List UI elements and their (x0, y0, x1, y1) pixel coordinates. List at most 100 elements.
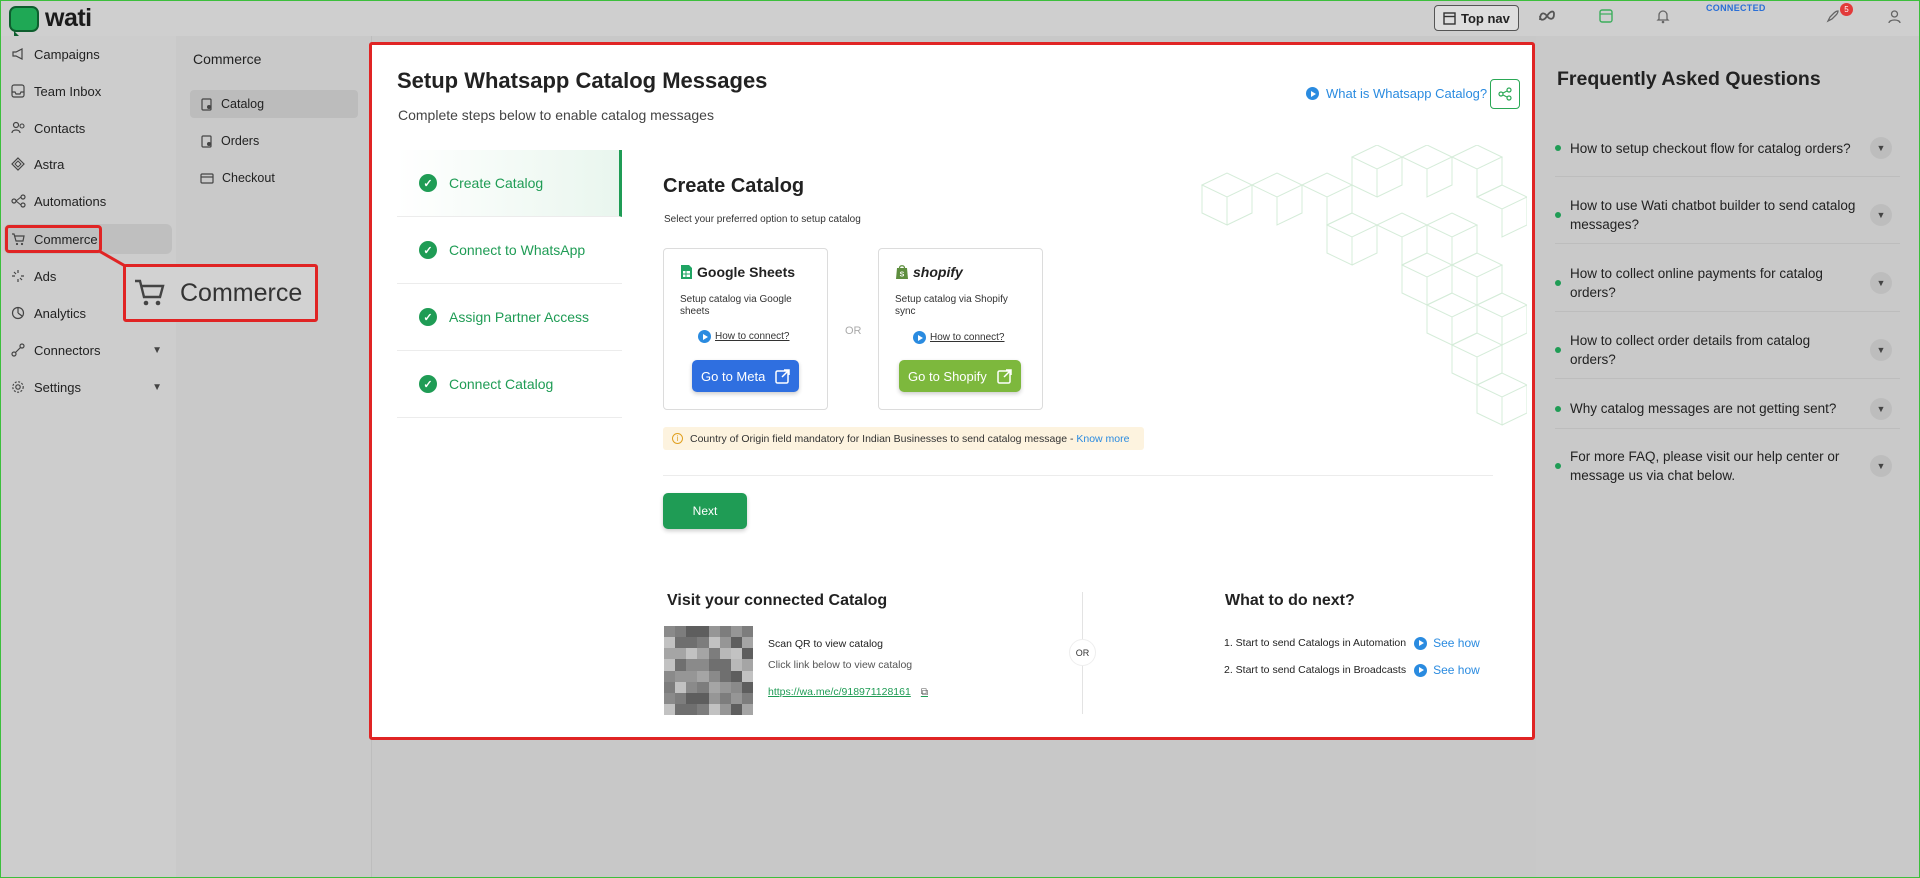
next-step-text: 1. Start to send Catalogs in Automation (1224, 637, 1407, 649)
sidebar-item-team-inbox[interactable]: Team Inbox (4, 76, 172, 106)
ads-icon (10, 268, 26, 284)
catalog-setup-card: Setup Whatsapp Catalog Messages Complete… (369, 42, 1535, 740)
meta-icon[interactable] (1538, 9, 1556, 27)
google-sheets-heading: Google Sheets (680, 264, 795, 280)
share-icon (1498, 87, 1512, 101)
step-create-catalog[interactable]: ✓ Create Catalog (397, 150, 622, 217)
connectors-icon (10, 342, 26, 358)
rocket-icon[interactable] (1823, 9, 1841, 27)
catalog-qr-code[interactable] (664, 626, 753, 715)
faq-question: How to setup checkout flow for catalog o… (1570, 140, 1851, 156)
faq-item[interactable]: For more FAQ, please visit our help cent… (1555, 437, 1900, 494)
go-to-shopify-button[interactable]: Go to Shopify (899, 360, 1021, 392)
contacts-icon (10, 120, 26, 136)
shopify-title: shopify (913, 264, 963, 280)
chevron-down-icon[interactable]: ▼ (1870, 272, 1892, 294)
shopify-option: S shopify Setup catalog via Shopify sync… (878, 248, 1043, 410)
step-label: Connect to WhatsApp (449, 242, 586, 258)
google-sheets-option: Google Sheets Setup catalog via Google s… (663, 248, 828, 410)
commerce-subsidebar: Commerce Catalog Orders Checkout (176, 36, 372, 878)
know-more-link[interactable]: Know more (1076, 433, 1129, 445)
cart-icon (135, 279, 165, 306)
chevron-down-icon[interactable]: ▼ (1870, 204, 1892, 226)
analytics-icon (10, 305, 26, 321)
sidebar-item-settings[interactable]: Settings ▼ (4, 372, 172, 402)
what-is-catalog-link[interactable]: What is Whatsapp Catalog? (1306, 86, 1487, 101)
step-label: Assign Partner Access (449, 309, 590, 325)
shopify-heading: S shopify (895, 264, 963, 280)
copy-icon[interactable]: ⧉ (921, 687, 928, 698)
or-separator: OR (845, 325, 862, 337)
card-icon (200, 172, 214, 184)
wati-logo[interactable]: wati (9, 4, 92, 37)
subsidebar-item-checkout[interactable]: Checkout (190, 164, 358, 192)
faq-item[interactable]: Why catalog messages are not getting sen… (1555, 389, 1900, 429)
step-connect-catalog[interactable]: ✓ Connect Catalog (397, 351, 622, 418)
sidebar-item-label: Analytics (34, 305, 87, 321)
how-to-connect-label: How to connect? (715, 331, 790, 342)
chevron-down-icon[interactable]: ▼ (1870, 454, 1892, 477)
google-how-to-connect-link[interactable]: How to connect? (698, 330, 790, 343)
megaphone-icon (10, 46, 26, 62)
step-label: Connect Catalog (449, 376, 554, 392)
top-nav-button[interactable]: Top nav (1434, 5, 1519, 31)
sidebar-item-label: Campaigns (34, 46, 100, 62)
create-catalog-subtitle: Select your preferred option to setup ca… (664, 214, 861, 225)
share-button[interactable] (1490, 79, 1520, 109)
play-icon (913, 331, 926, 344)
subsidebar-item-catalog[interactable]: Catalog (190, 90, 358, 118)
faq-question: For more FAQ, please visit our help cent… (1570, 448, 1840, 483)
next-step-automation: 1. Start to send Catalogs in Automation … (1224, 636, 1480, 650)
chevron-down-icon: ▼ (152, 344, 162, 356)
chevron-down-icon[interactable]: ▼ (1870, 339, 1892, 361)
faq-item[interactable]: How to use Wati chatbot builder to send … (1555, 187, 1900, 244)
faq-item[interactable]: How to setup checkout flow for catalog o… (1555, 120, 1900, 177)
sidebar-item-label: Automations (34, 193, 107, 209)
subsidebar-item-orders[interactable]: Orders (190, 127, 358, 155)
sidebar-item-label: Settings (34, 379, 81, 395)
scan-qr-text: Scan QR to view catalog (768, 638, 883, 650)
chat-bubble-icon (9, 5, 39, 37)
user-avatar-icon[interactable] (1885, 9, 1903, 27)
faq-item[interactable]: How to collect online payments for catal… (1555, 255, 1900, 312)
shopify-how-to-connect-link[interactable]: How to connect? (913, 331, 1005, 344)
google-sheets-icon (681, 265, 692, 279)
create-catalog-title: Create Catalog (663, 175, 805, 197)
go-to-shopify-label: Go to Shopify (908, 368, 987, 384)
page-subtitle: Complete steps below to enable catalog m… (398, 107, 714, 123)
go-to-meta-button[interactable]: Go to Meta (692, 360, 800, 392)
svg-text:S: S (900, 272, 905, 279)
sidebar-item-astra[interactable]: Astra (4, 149, 172, 179)
google-sheets-desc: Setup catalog via Google sheets (680, 294, 792, 317)
bullet-dot (1555, 145, 1561, 151)
external-link-icon (997, 368, 1012, 384)
sidebar-item-contacts[interactable]: Contacts (4, 113, 172, 143)
sidebar-item-automations[interactable]: Automations (4, 186, 172, 216)
faq-question: Why catalog messages are not getting sen… (1570, 401, 1837, 416)
sheet-icon[interactable] (1597, 9, 1615, 27)
setup-steps: ✓ Create Catalog ✓ Connect to WhatsApp ✓… (397, 150, 622, 418)
external-link-icon (775, 368, 791, 384)
sidebar-item-connectors[interactable]: Connectors ▼ (4, 335, 172, 365)
chevron-down-icon[interactable]: ▼ (1870, 137, 1892, 159)
chevron-down-icon: ▼ (152, 381, 162, 393)
shopify-bag-icon: S (896, 265, 908, 279)
catalog-link[interactable]: https://wa.me/c/918971128161 ⧉ (768, 686, 928, 698)
faq-item[interactable]: How to collect order details from catalo… (1555, 322, 1900, 379)
notification-badge: 5 (1840, 3, 1853, 16)
see-how-link[interactable]: See how (1414, 663, 1480, 677)
sidebar-item-campaigns[interactable]: Campaigns (4, 39, 172, 69)
check-icon: ✓ (419, 241, 437, 259)
step-connect-whatsapp[interactable]: ✓ Connect to WhatsApp (397, 217, 622, 284)
top-bar: wati Top nav CONNECTED 5 (0, 0, 1920, 37)
check-icon: ✓ (419, 308, 437, 326)
sidebar-item-label: Ads (34, 268, 57, 284)
see-how-link[interactable]: See how (1414, 636, 1480, 650)
faq-question: How to collect online payments for catal… (1570, 266, 1823, 300)
catalog-icon (201, 97, 212, 111)
step-assign-partner-access[interactable]: ✓ Assign Partner Access (397, 284, 622, 351)
bell-icon[interactable] (1654, 9, 1672, 27)
chevron-down-icon[interactable]: ▼ (1870, 397, 1892, 420)
sidebar-item-label: Astra (34, 156, 65, 172)
next-button[interactable]: Next (663, 493, 747, 529)
